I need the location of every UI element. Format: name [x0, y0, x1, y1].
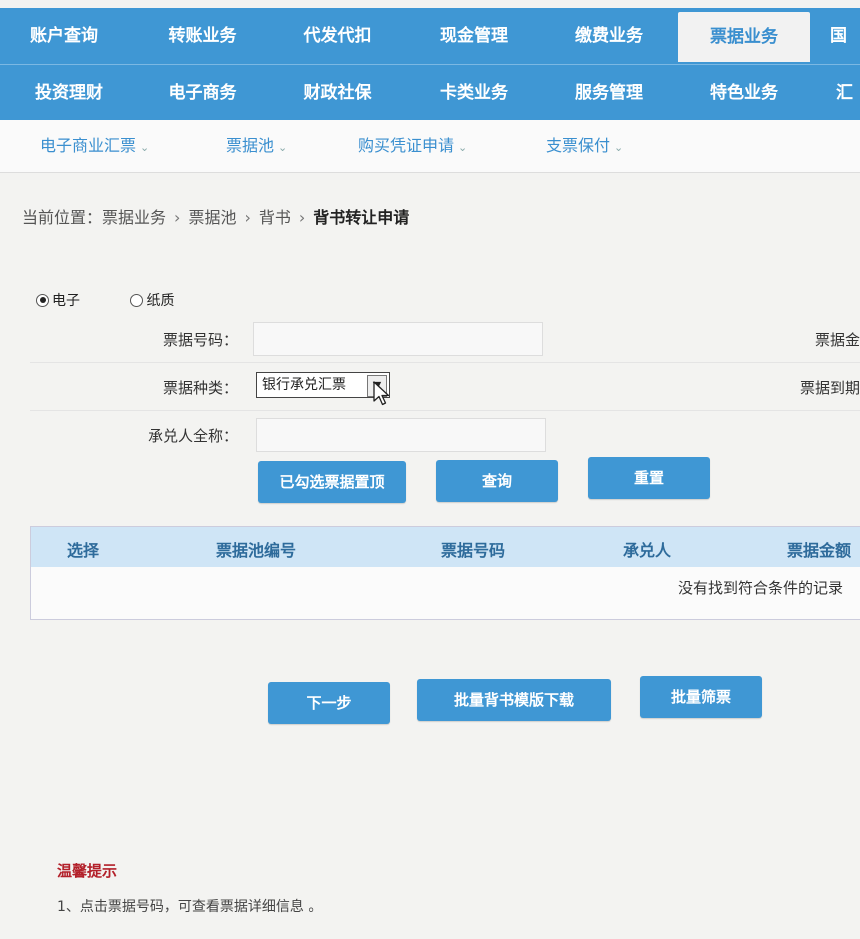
nav-item-cash-management[interactable]: 现金管理 — [410, 8, 538, 64]
pin-selected-bills-button[interactable]: 已勾选票据置顶 — [258, 461, 406, 503]
subnav-item-voucher-purchase[interactable]: 购买凭证申请 ⌄ — [358, 132, 467, 156]
sub-nav: 电子商业汇票 ⌄ 票据池 ⌄ 购买凭证申请 ⌄ 支票保付 ⌄ — [0, 120, 860, 173]
bill-no-label: 票据号码： — [162, 331, 238, 349]
bill-amount-label: 票据金 — [814, 331, 860, 349]
nav-item-remit[interactable]: 汇 — [836, 65, 860, 121]
column-header-select: 选择 — [67, 541, 100, 560]
bill-kind-label: 票据种类： — [162, 379, 238, 397]
acceptor-name-input[interactable] — [256, 418, 546, 452]
breadcrumb-item[interactable]: 票据业务 — [102, 208, 166, 227]
batch-bill-filter-button[interactable]: 批量筛票 — [640, 676, 762, 718]
breadcrumb-prefix: 当前位置： — [22, 208, 103, 227]
main-nav: 账户查询 转账业务 代发代扣 现金管理 缴费业务 票据业务 国 投资理财 电子商… — [0, 8, 860, 120]
bill-kind-select[interactable]: 银行承兑汇票▼ — [256, 372, 390, 398]
bill-kind-selected-value: 银行承兑汇票 — [262, 377, 346, 393]
main-nav-row-2: 投资理财 电子商务 财政社保 卡类业务 服务管理 特色业务 汇 — [0, 64, 860, 121]
subnav-item-label: 支票保付 — [546, 136, 611, 155]
tips-line-1: 1、点击票据号码，可查看票据详细信息 。 — [57, 899, 323, 915]
breadcrumb: 当前位置：票据业务 › 票据池 › 背书 › 背书转让申请 — [22, 204, 409, 228]
chevron-down-icon: ⌄ — [458, 141, 468, 154]
breadcrumb-separator: › — [244, 208, 251, 227]
main-nav-row-1: 账户查询 转账业务 代发代扣 现金管理 缴费业务 票据业务 国 — [0, 8, 860, 64]
page: 账户查询 转账业务 代发代扣 现金管理 缴费业务 票据业务 国 投资理财 电子商… — [0, 0, 860, 939]
subnav-item-check-guarantee[interactable]: 支票保付 ⌄ — [546, 132, 623, 156]
breadcrumb-separator: › — [174, 208, 181, 227]
nav-item-international[interactable]: 国 — [830, 8, 860, 64]
breadcrumb-item[interactable]: 背书 — [259, 208, 291, 227]
column-header-pool-no: 票据池编号 — [216, 541, 297, 560]
chevron-down-icon: ⌄ — [614, 141, 624, 154]
bill-type-radio-group: 电子 纸质 — [36, 290, 220, 311]
chevron-down-icon: ⌄ — [140, 141, 150, 154]
column-header-bill-no: 票据号码 — [441, 541, 506, 560]
form-row-bill-no: 票据号码： 票据金 — [30, 316, 860, 363]
subnav-item-label: 电子商业汇票 — [40, 136, 137, 155]
breadcrumb-separator: › — [298, 208, 306, 227]
nav-item-payroll[interactable]: 代发代扣 — [275, 8, 400, 64]
breadcrumb-item[interactable]: 票据池 — [188, 208, 236, 227]
form-row-acceptor: 承兑人全称： — [30, 412, 860, 458]
bill-due-date-label: 票据到期 — [799, 379, 860, 397]
nav-item-card-business[interactable]: 卡类业务 — [410, 65, 538, 121]
subnav-item-label: 购买凭证申请 — [358, 136, 455, 155]
breadcrumb-current: 背书转让申请 — [313, 208, 410, 227]
nav-item-service-management[interactable]: 服务管理 — [545, 65, 673, 121]
reset-button[interactable]: 重置 — [588, 457, 710, 499]
empty-result-message: 没有找到符合条件的记录 — [677, 579, 843, 597]
acceptor-name-label: 承兑人全称： — [147, 427, 238, 445]
nav-item-transfer[interactable]: 转账业务 — [140, 8, 265, 64]
column-header-acceptor: 承兑人 — [623, 541, 672, 560]
chevron-down-icon: ⌄ — [278, 141, 288, 154]
next-step-button[interactable]: 下一步 — [268, 682, 390, 724]
radio-electronic[interactable]: 电子 — [36, 290, 80, 310]
radio-paper[interactable]: 纸质 — [130, 290, 174, 310]
radio-button-unchecked[interactable] — [130, 293, 144, 307]
radio-button-checked[interactable] — [36, 293, 49, 307]
column-header-amount: 票据金额 — [787, 541, 852, 560]
subnav-item-bill-pool[interactable]: 票据池 ⌄ — [226, 132, 287, 156]
query-button[interactable]: 查询 — [436, 460, 558, 502]
batch-endorse-template-download-button[interactable]: 批量背书模版下载 — [417, 679, 611, 721]
subnav-item-label: 票据池 — [226, 136, 275, 155]
nav-item-finance-social[interactable]: 财政社保 — [275, 65, 400, 121]
radio-paper-label: 纸质 — [146, 293, 175, 309]
nav-item-featured-business[interactable]: 特色业务 — [678, 65, 810, 121]
mouse-cursor-icon — [373, 381, 390, 406]
nav-item-bill-business[interactable]: 票据业务 — [678, 12, 810, 62]
tips-title: 温馨提示 — [57, 862, 118, 880]
nav-item-fee-payment[interactable]: 缴费业务 — [545, 8, 673, 64]
bill-no-input[interactable] — [253, 322, 543, 356]
nav-item-investment[interactable]: 投资理财 — [0, 65, 138, 121]
nav-item-account-query[interactable]: 账户查询 — [0, 8, 128, 64]
bill-result-table: 选择 票据池编号 票据号码 承兑人 票据金额 没有找到符合条件的记录 — [30, 526, 860, 620]
nav-item-e-commerce[interactable]: 电子商务 — [140, 65, 265, 121]
radio-electronic-label: 电子 — [52, 293, 80, 309]
subnav-item-commercial-draft[interactable]: 电子商业汇票 ⌄ — [40, 132, 149, 156]
table-header: 选择 票据池编号 票据号码 承兑人 票据金额 — [31, 527, 860, 567]
form-row-bill-kind: 票据种类： 银行承兑汇票▼ 票据到期 — [30, 364, 860, 411]
